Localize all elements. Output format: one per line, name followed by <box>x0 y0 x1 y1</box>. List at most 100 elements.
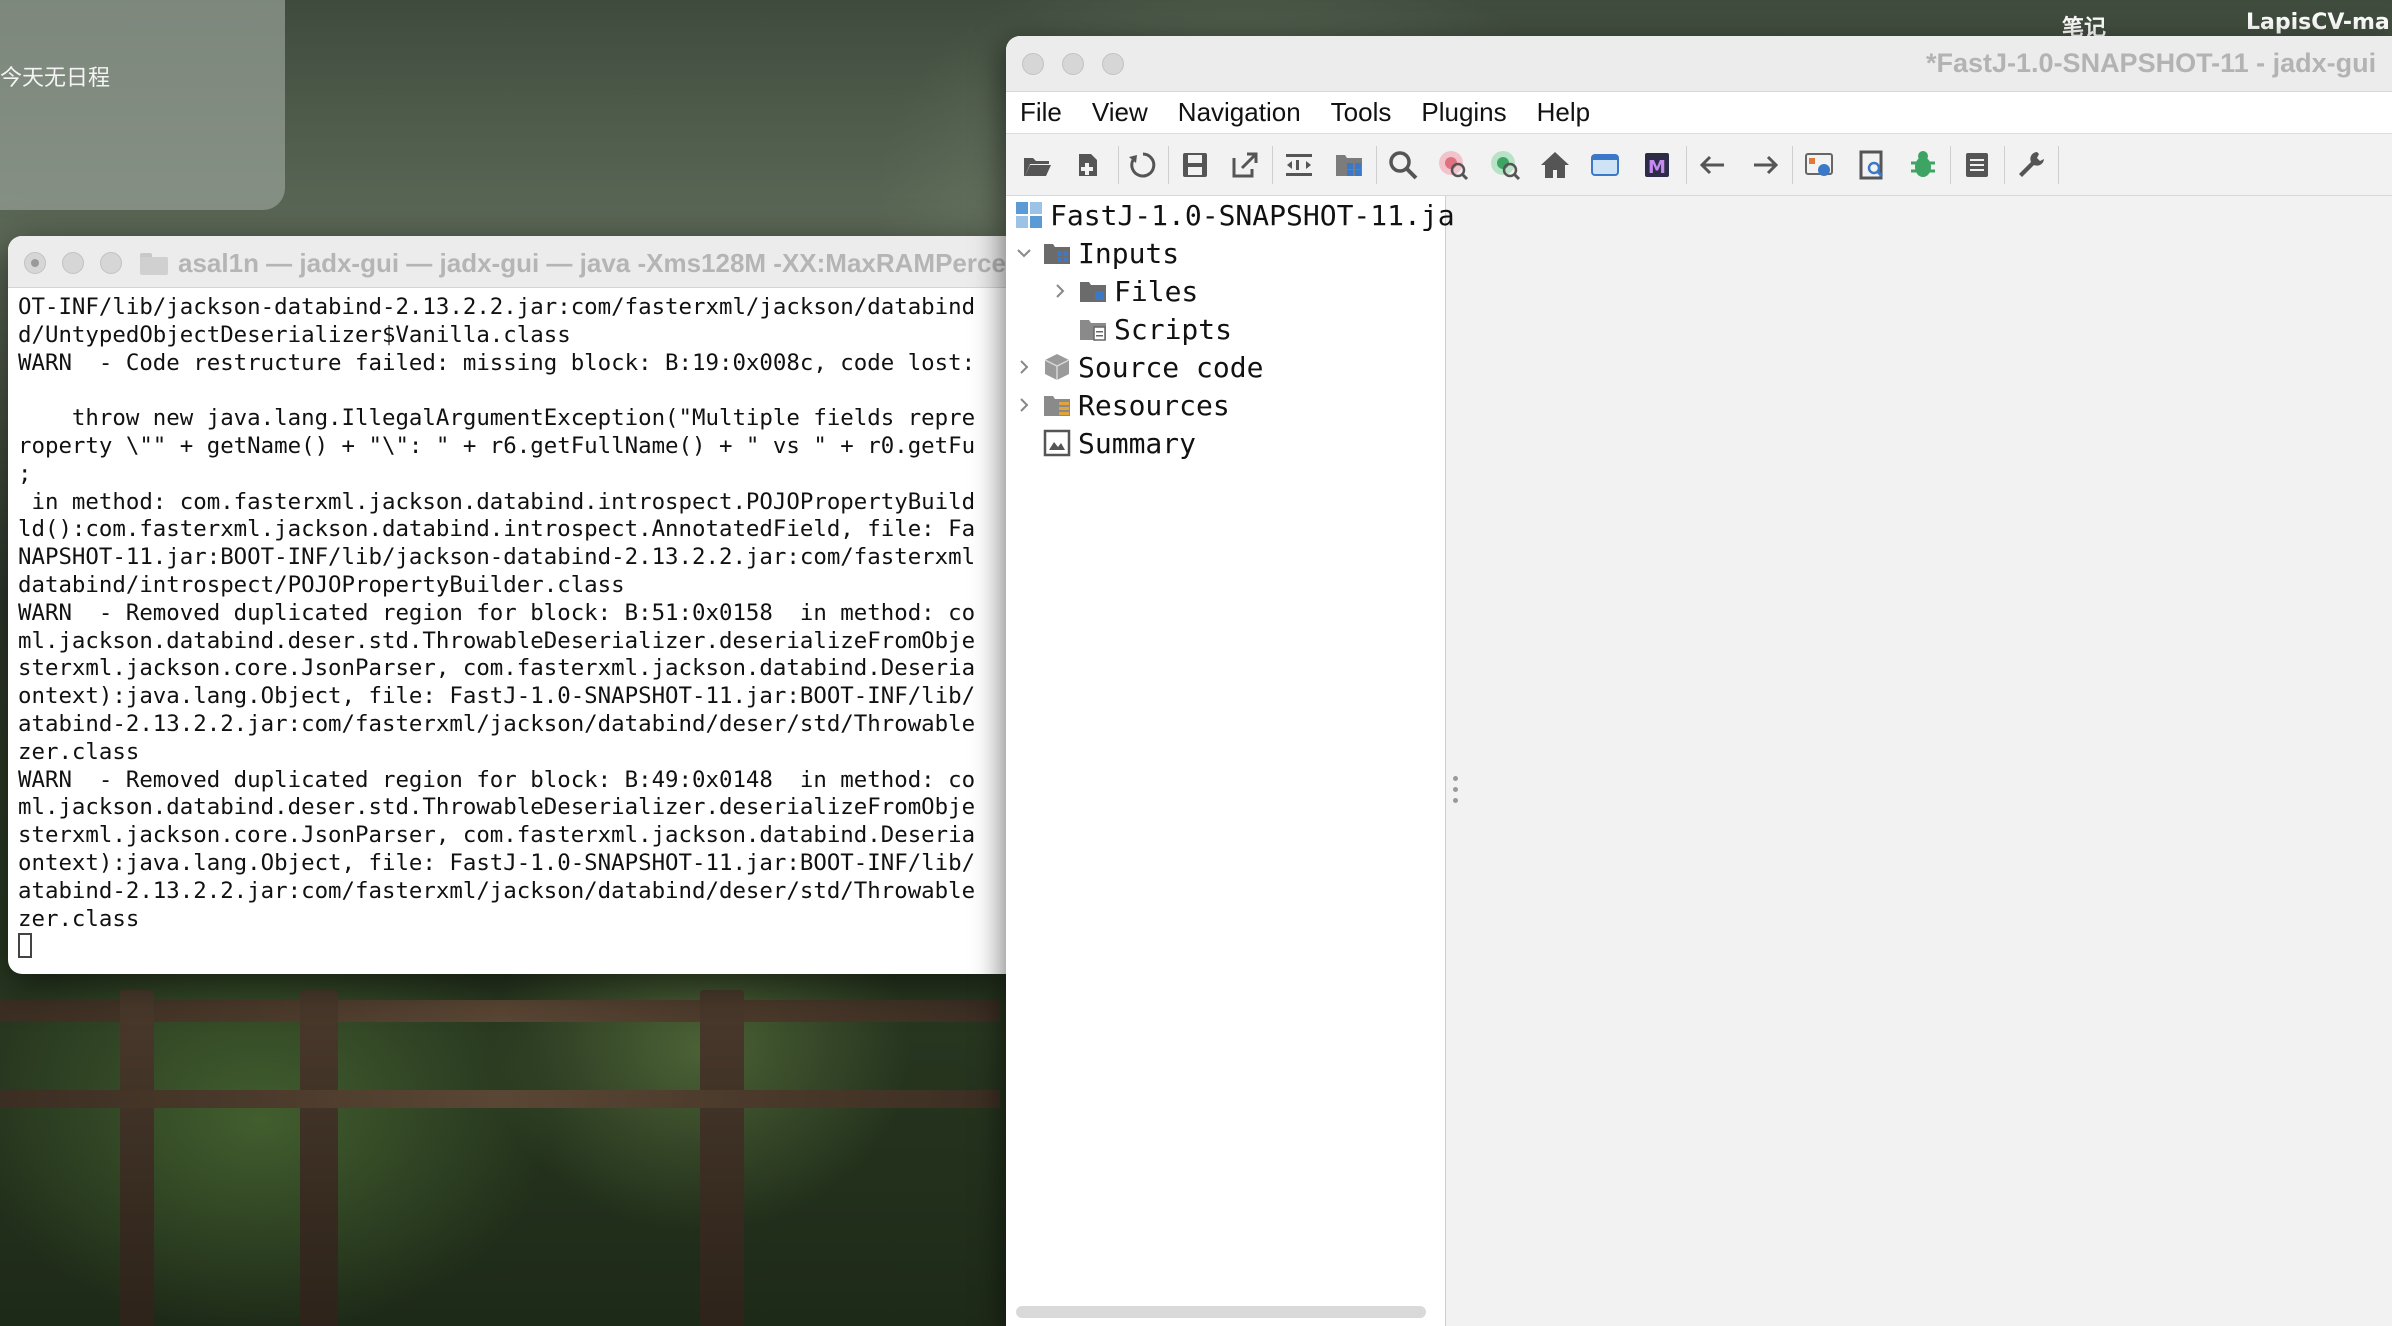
toolbar-separator <box>1118 146 1119 184</box>
debug-icon[interactable] <box>1906 148 1940 182</box>
terminal-line: sterxml.jackson.core.JsonParser, com.fas… <box>18 655 976 682</box>
reload-icon[interactable] <box>1126 148 1160 182</box>
tree-item-inputs[interactable]: Inputs <box>1014 234 1179 272</box>
tree-item-label: Summary <box>1078 426 1197 460</box>
wallpaper-post <box>120 990 154 1326</box>
summary-icon <box>1042 428 1072 458</box>
back-icon[interactable] <box>1696 148 1730 182</box>
jadx-window[interactable]: *FastJ-1.0-SNAPSHOT-11 - jadx-gui File V… <box>1006 36 2392 1326</box>
zoom-button[interactable] <box>100 252 122 274</box>
smali-icon[interactable]: M <box>1640 148 1674 182</box>
terminal-cursor <box>18 933 1008 961</box>
forward-icon[interactable] <box>1748 148 1782 182</box>
terminal-line: ml.jackson.databind.deser.std.ThrowableD… <box>18 794 976 821</box>
terminal-line: roperty \"" + getName() + "\": " + r6.ge… <box>18 432 976 459</box>
home-icon[interactable] <box>1538 148 1572 182</box>
terminal-window[interactable]: asal1n — jadx-gui — jadx-gui — java -Xms… <box>8 236 1008 974</box>
chevron-down-icon[interactable] <box>1014 243 1034 263</box>
project-tree[interactable]: FastJ-1.0-SNAPSHOT-11.jar Inputs Files S… <box>1006 196 1471 1326</box>
svg-text:M: M <box>1648 157 1666 178</box>
menu-view[interactable]: View <box>1092 97 1148 128</box>
terminal-line: sterxml.jackson.core.JsonParser, com.fas… <box>18 822 976 849</box>
toolbar-separator <box>2058 146 2059 184</box>
terminal-line: databind/introspect/POJOPropertyBuilder.… <box>18 571 625 598</box>
tree-item-summary[interactable]: Summary <box>1042 424 1196 462</box>
calendar-widget-text: 今天无日程 <box>0 66 111 91</box>
tree-item-label: Scripts <box>1114 312 1233 346</box>
toolbar-separator <box>1686 146 1687 184</box>
minimize-button[interactable] <box>62 252 84 274</box>
terminal-line: ml.jackson.databind.deser.std.ThrowableD… <box>18 627 976 654</box>
tree-item-files[interactable]: Files <box>1050 272 1198 310</box>
menubar-item-app[interactable]: LapisCV-ma <box>2246 10 2390 35</box>
terminal-line: NAPSHOT-11.jar:BOOT-INF/lib/jackson-data… <box>18 544 976 571</box>
find-usage-icon[interactable] <box>1488 148 1522 182</box>
toolbar-separator <box>1168 146 1169 184</box>
tree-root[interactable]: FastJ-1.0-SNAPSHOT-11.jar <box>1014 196 1471 234</box>
terminal-line: ; <box>18 460 32 487</box>
quark-icon[interactable] <box>1802 148 1836 182</box>
close-icon <box>31 259 39 267</box>
tree-item-resources[interactable]: Resources <box>1014 386 1230 424</box>
tree-item-scripts[interactable]: Scripts <box>1078 310 1232 348</box>
terminal-line: ontext):java.lang.Object, file: FastJ-1.… <box>18 849 976 876</box>
toolbar-separator <box>1950 146 1951 184</box>
add-files-icon[interactable] <box>1072 148 1106 182</box>
terminal-line: zer.class <box>18 738 140 765</box>
terminal-output[interactable]: OT-INF/lib/jackson-databind-2.13.2.2.jar… <box>18 294 1008 961</box>
terminal-line: atabind-2.13.2.2.jar:com/fasterxml/jacks… <box>18 877 976 904</box>
search-text-icon[interactable] <box>1386 148 1420 182</box>
terminal-line: WARN - Code restructure failed: missing … <box>18 349 976 376</box>
menu-help[interactable]: Help <box>1537 97 1590 128</box>
terminal-line: WARN - Removed duplicated region for blo… <box>18 599 976 626</box>
jadx-titlebar[interactable]: *FastJ-1.0-SNAPSHOT-11 - jadx-gui <box>1006 36 2392 92</box>
tree-item-source-code[interactable]: Source code <box>1014 348 1263 386</box>
tree-item-label: Resources <box>1078 388 1230 422</box>
terminal-line: OT-INF/lib/jackson-databind-2.13.2.2.jar… <box>18 294 976 320</box>
terminal-line: atabind-2.13.2.2.jar:com/fasterxml/jacks… <box>18 710 976 737</box>
close-button[interactable] <box>1022 53 1044 75</box>
terminal-titlebar[interactable]: asal1n — jadx-gui — jadx-gui — java -Xms… <box>8 236 1008 288</box>
terminal-title-text: asal1n — jadx-gui — jadx-gui — java -Xms… <box>178 248 1006 278</box>
export-icon[interactable] <box>1228 148 1262 182</box>
cursor-block <box>18 933 32 959</box>
chevron-right-icon[interactable] <box>1014 357 1034 377</box>
package-icon <box>1042 352 1072 382</box>
toolbar: M <box>1006 134 2392 196</box>
folder-icon <box>1042 238 1072 268</box>
flatten-packages-icon[interactable] <box>1332 148 1366 182</box>
folder-icon <box>1078 276 1108 306</box>
deobfuscation-icon[interactable] <box>1588 148 1622 182</box>
terminal-line: d/UntypedObjectDeserializer$Vanilla.clas… <box>18 321 571 348</box>
sync-tree-icon[interactable] <box>1282 148 1316 182</box>
resources-folder-icon <box>1042 390 1072 420</box>
calendar-widget[interactable]: 今天无日程 <box>0 0 285 210</box>
menu-navigation[interactable]: Navigation <box>1178 97 1301 128</box>
zoom-button[interactable] <box>1102 53 1124 75</box>
minimize-button[interactable] <box>1062 53 1084 75</box>
chevron-right-icon[interactable] <box>1014 395 1034 415</box>
preferences-icon[interactable] <box>2014 148 2048 182</box>
editor-area[interactable] <box>1458 196 2392 1326</box>
terminal-line: in method: com.fasterxml.jackson.databin… <box>18 488 976 515</box>
close-button[interactable] <box>24 252 46 274</box>
tree-item-label: Files <box>1114 274 1199 308</box>
save-all-icon[interactable] <box>1178 148 1212 182</box>
jadx-title: *FastJ-1.0-SNAPSHOT-11 - jadx-gui <box>1926 48 2377 78</box>
menu-plugins[interactable]: Plugins <box>1421 97 1506 128</box>
wallpaper-post <box>700 990 744 1326</box>
wallpaper-beam <box>0 1090 1000 1108</box>
menu-file[interactable]: File <box>1020 97 1062 128</box>
log-viewer-icon[interactable] <box>1960 148 1994 182</box>
tree-item-label: Inputs <box>1078 236 1180 270</box>
chevron-right-icon[interactable] <box>1050 281 1070 301</box>
open-file-icon[interactable] <box>1020 148 1054 182</box>
toolbar-separator <box>2004 146 2005 184</box>
search-class-icon[interactable] <box>1436 148 1470 182</box>
toolbar-separator <box>1272 146 1273 184</box>
horizontal-scrollbar[interactable] <box>1016 1306 1426 1318</box>
menu-tools[interactable]: Tools <box>1331 97 1392 128</box>
folder-icon <box>1078 314 1108 344</box>
bookmark-icon[interactable] <box>1854 148 1888 182</box>
